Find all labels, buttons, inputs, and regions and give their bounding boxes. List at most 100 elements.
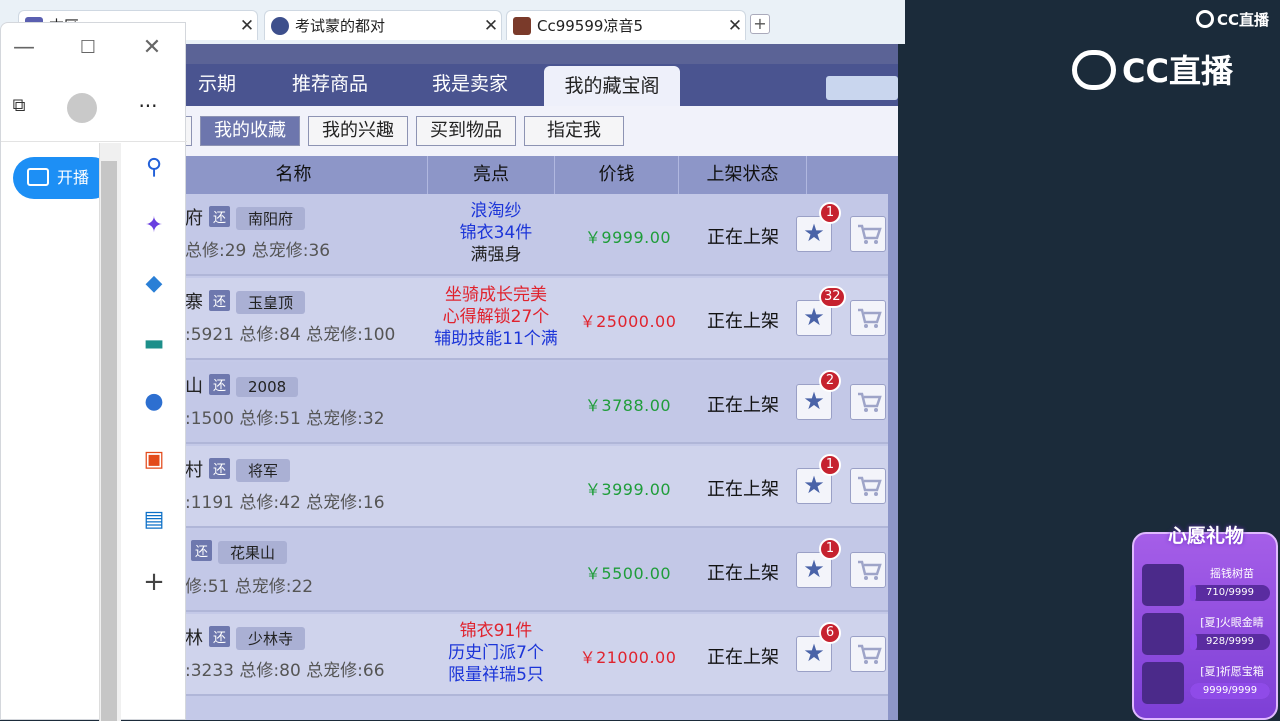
item-name: 寨还玉皇顶 (185, 288, 306, 314)
favorite-count-badge: 2 (819, 370, 841, 392)
item-name-text: 府 (185, 208, 203, 229)
item-name: 林还少林寺 (185, 624, 306, 650)
browser-tab-3[interactable]: Cc99599凉音5 ✕ (506, 10, 746, 40)
cart-button[interactable] (850, 216, 886, 252)
server-badge: 将军 (236, 459, 291, 482)
listing-status: 正在上架 (707, 563, 779, 584)
filter-interests[interactable]: 我的兴趣 (308, 116, 408, 146)
item-price: ￥21000.00 (579, 648, 677, 667)
cc-big-logo-icon (1072, 50, 1116, 90)
cart-icon (858, 392, 882, 412)
cart-button[interactable] (850, 636, 886, 672)
cc-logo-icon (1196, 10, 1214, 28)
panel-scroll-thumb[interactable] (101, 161, 117, 721)
star-icon: ★ (803, 471, 825, 499)
wish-gift-item[interactable]: [夏]祈愿宝箱 9999/9999 (1142, 660, 1274, 706)
item-price: ￥25000.00 (579, 312, 677, 331)
gift-name: [夏]祈愿宝箱 (1200, 665, 1264, 678)
table-row[interactable]: 村还将军:1191 总修:42 总宠修:16 ￥3999.00 正在上架 ★ 1 (160, 446, 888, 528)
browser-tab-title: 考试蒙的都对 (295, 17, 386, 35)
plus-icon[interactable]: + (141, 569, 167, 595)
cart-button[interactable] (850, 468, 886, 504)
new-tab-button[interactable]: + (750, 14, 770, 34)
search-icon[interactable]: ⚲ (141, 155, 167, 181)
item-price: ￥9999.00 (584, 228, 672, 247)
start-live-button[interactable]: 开播 (13, 157, 113, 199)
browser-tab-2[interactable]: 考试蒙的都对 ✕ (264, 10, 502, 40)
gift-progress-fill (1190, 634, 1198, 650)
gift-icon (1142, 613, 1184, 655)
tab-period[interactable]: 示期 (178, 64, 256, 106)
tab-favicon-icon (513, 16, 531, 35)
table-row[interactable]: 林还少林寺:3233 总修:80 总宠修:66 锦衣91件 历史门派7个 限量祥瑞5只… (160, 614, 888, 696)
table-row[interactable]: 还花果山 修:51 总宠修:22 ￥5500.00 正在上架 ★ 1 (160, 530, 888, 612)
tab-close-icon[interactable]: ✕ (725, 16, 745, 36)
avatar[interactable] (67, 93, 97, 123)
cart-button[interactable] (850, 384, 886, 420)
cart-button[interactable] (850, 552, 886, 588)
games-icon[interactable]: ● (141, 389, 167, 415)
maximize-button[interactable]: ☐ (73, 33, 103, 63)
panel-divider (1, 141, 187, 142)
briefcase-icon[interactable]: ▬ (141, 331, 167, 357)
star-icon: ★ (803, 555, 825, 583)
item-highlights: 浪淘纱 锦衣34件 满强身 (422, 200, 570, 266)
cc-corner-logo: CC直播 (1196, 9, 1269, 31)
game-search-input[interactable] (826, 76, 898, 100)
listing-status: 正在上架 (707, 395, 779, 416)
tab-favicon-icon (271, 16, 289, 35)
item-stats: :3233 总修:80 总宠修:66 (185, 661, 385, 681)
server-badge: 玉皇顶 (236, 291, 306, 314)
item-name: 府还南阳府 (185, 204, 306, 230)
game-top-icons (160, 44, 898, 64)
table-header: 名称 亮点 价钱 上架状态 (160, 156, 898, 194)
outlook-icon[interactable]: ▤ (141, 507, 167, 533)
gift-name: 摇钱树苗 (1210, 567, 1254, 580)
favorite-count-badge: 32 (819, 286, 846, 308)
highlight-line: 历史门派7个 (448, 643, 544, 663)
tag-icon[interactable]: ◆ (141, 271, 167, 297)
highlight-line: 浪淘纱 (470, 201, 522, 221)
gift-progress-bar: 710/9999 (1190, 585, 1270, 601)
star-icon: ★ (803, 219, 825, 247)
filter-assigned[interactable]: 指定我 (524, 116, 624, 146)
cart-button[interactable] (850, 300, 886, 336)
game-tab-bar: 示期 推荐商品 我是卖家 我的藏宝阁 (160, 64, 898, 106)
item-stats: :5921 总修:84 总宠修:100 (185, 325, 396, 345)
listing-status: 正在上架 (707, 227, 779, 248)
office-icon[interactable]: ▣ (141, 447, 167, 473)
highlight-line: 心得解锁27个 (442, 307, 550, 327)
tab-close-icon[interactable]: ✕ (237, 16, 257, 36)
start-live-label: 开播 (57, 168, 90, 187)
table-scrollbar[interactable] (888, 194, 898, 720)
table-row[interactable]: 府还南阳府 总修:29 总宠修:36 浪淘纱 锦衣34件 满强身 ￥9999.00 正在上架… (160, 194, 888, 276)
minimize-button[interactable]: — (9, 33, 39, 63)
tab-close-icon[interactable]: ✕ (481, 16, 501, 36)
browser-tab-title: Cc99599凉音5 (537, 17, 643, 35)
tab-my-treasure[interactable]: 我的藏宝阁 (544, 66, 680, 106)
collections-icon[interactable]: ⧉ (7, 95, 31, 119)
wish-gift-item[interactable]: 摇钱树苗 710/9999 (1142, 562, 1274, 608)
gift-progress-bar: 9999/9999 (1190, 683, 1270, 699)
wish-gift-item[interactable]: [夏]火眼金睛 928/9999 (1142, 611, 1274, 657)
more-menu-icon[interactable]: ··· (133, 93, 163, 123)
highlight-line: 锦衣91件 (459, 621, 533, 641)
col-highlights: 亮点 (428, 156, 555, 194)
table-row[interactable]: 山还 2008:1500 总修:51 总宠修:32 ￥3788.00 正在上架 ★ 2 (160, 362, 888, 444)
sparkle-icon[interactable]: ✦ (141, 213, 167, 239)
gift-progress-text: 9999/9999 (1202, 685, 1258, 696)
tab-seller[interactable]: 我是卖家 (404, 64, 536, 106)
tab-recommended[interactable]: 推荐商品 (264, 64, 396, 106)
edge-side-panel: — ☐ ✕ ⧉ ··· 开播 ⚲ ✦ ◆ ▬ ● ▣ ▤ + (0, 22, 187, 721)
filter-favorites[interactable]: 我的收藏 (200, 116, 300, 146)
close-button[interactable]: ✕ (137, 33, 167, 63)
server-badge: 花果山 (218, 541, 288, 564)
filter-purchased[interactable]: 买到物品 (416, 116, 516, 146)
table-row[interactable]: 寨还玉皇顶:5921 总修:84 总宠修:100 坐骑成长完美 心得解锁27个 辅助技… (160, 278, 888, 360)
return-tag: 还 (191, 540, 213, 561)
item-stats: 修:51 总宠修:22 (185, 577, 314, 597)
cart-icon (858, 224, 882, 244)
star-icon: ★ (803, 387, 825, 415)
star-icon: ★ (803, 303, 825, 331)
gift-progress-text: 710/9999 (1206, 587, 1254, 598)
